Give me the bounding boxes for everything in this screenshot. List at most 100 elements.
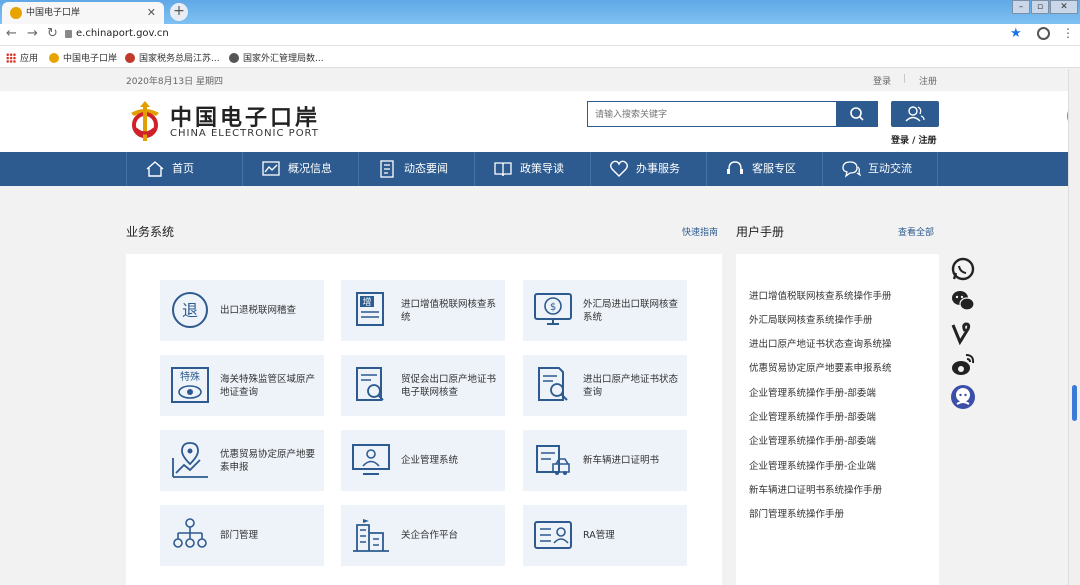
headset-icon	[727, 161, 743, 174]
tile-export-refund[interactable]: 退 出口退税联网稽查	[160, 280, 324, 341]
svg-text:特殊: 特殊	[180, 370, 200, 383]
manual-item[interactable]: 企业管理系统操作手册-部委端	[749, 433, 937, 447]
browser-tab-bar: 中国电子口岸 ✕ + – ▫ ✕	[0, 0, 1080, 24]
customer-avatar-icon[interactable]	[950, 384, 976, 410]
maximize-window-button[interactable]: ▫	[1031, 0, 1049, 14]
wechat-icon[interactable]	[950, 288, 976, 314]
svg-text:退: 退	[182, 301, 198, 320]
manual-item[interactable]: 企业管理系统操作手册-部委端	[749, 385, 937, 399]
scroll-thumb[interactable]	[1072, 385, 1077, 421]
login-register-link[interactable]: 登录 / 注册	[891, 133, 937, 146]
manual-item[interactable]: 企业管理系统操作手册-部委端	[749, 409, 937, 423]
tile-label: 进出口原产地证书状态查询	[583, 373, 679, 398]
location-chart-icon	[172, 442, 208, 478]
tile-forex-check[interactable]: $ 外汇局进出口联网核查系统	[523, 280, 687, 341]
nav-policy[interactable]: 政策导读	[474, 152, 590, 186]
nav-interaction[interactable]: 互动交流	[822, 152, 938, 186]
tile-certificate-status[interactable]: 进出口原产地证书状态查询	[523, 355, 687, 416]
weibo-icon[interactable]	[950, 352, 976, 378]
tile-label: 出口退税联网稽查	[220, 305, 297, 316]
top-separator: |	[903, 74, 907, 84]
tile-label: 关企合作平台	[401, 530, 459, 541]
tile-import-vat[interactable]: 增 进口增值税联网核查系统	[341, 280, 505, 341]
account-icon[interactable]	[1037, 27, 1050, 40]
tile-preferential-trade[interactable]: 优惠贸易协定原产地要素申报	[160, 430, 324, 491]
user-button[interactable]	[891, 101, 939, 127]
tile-ra-management[interactable]: RA管理	[523, 505, 687, 566]
svg-text:增: 增	[362, 296, 371, 308]
lock-icon	[65, 30, 72, 38]
reload-icon[interactable]: ↻	[47, 26, 58, 41]
tax-favicon-icon	[125, 53, 135, 63]
manuals-section-title: 用户手册	[736, 225, 785, 239]
search-input[interactable]	[588, 103, 836, 127]
tile-special-zone[interactable]: 特殊 海关特殊监管区域原产地证查询	[160, 355, 324, 416]
manual-item[interactable]: 进口增值税联网核查系统操作手册	[749, 288, 937, 302]
news-icon	[380, 160, 394, 178]
apps-grid-icon	[6, 53, 16, 63]
tile-label: 海关特殊监管区域原产地证查询	[220, 373, 316, 398]
view-all-link[interactable]: 查看全部	[898, 225, 934, 238]
search-button[interactable]	[837, 101, 878, 127]
new-tab-button[interactable]: +	[170, 3, 188, 21]
forex-icon: $	[534, 293, 572, 325]
nav-home[interactable]: 首页	[126, 152, 242, 186]
bookmark-apps[interactable]: 应用	[6, 51, 38, 64]
tile-customs-enterprise-platform[interactable]: 关企合作平台	[341, 505, 505, 566]
nav-customer-service[interactable]: 客服专区	[706, 152, 822, 186]
home-icon	[146, 161, 164, 177]
logo-english-text: CHINA ELECTRONIC PORT	[170, 128, 319, 139]
vine-icon[interactable]	[950, 320, 976, 346]
building-icon	[353, 519, 389, 552]
manual-item[interactable]: 企业管理系统操作手册-企业端	[749, 458, 937, 472]
tile-enterprise-management[interactable]: 企业管理系统	[341, 430, 505, 491]
chinaport-logo-icon[interactable]	[126, 99, 164, 143]
main-nav: 首页 概况信息 动态要闻 政策导读 办事服务 客服专区 互动交流	[0, 152, 1068, 186]
tile-label: 贸促会出口原产地证书电子联网核查	[401, 373, 497, 398]
tile-label: 外汇局进出口联网核查系统	[583, 298, 679, 323]
manual-item[interactable]: 部门管理系统操作手册	[749, 506, 937, 520]
url-field[interactable]: e.chinaport.gov.cn	[76, 28, 169, 39]
top-register-link[interactable]: 注册	[919, 74, 937, 87]
manual-item[interactable]: 进出口原产地证书状态查询系统操	[749, 336, 937, 350]
enterprise-icon	[352, 444, 390, 475]
menu-icon[interactable]: ⋮	[1062, 26, 1074, 40]
bookmark-forex-bureau[interactable]: 国家外汇管理局数...	[229, 51, 324, 64]
minimize-window-button[interactable]: –	[1012, 0, 1030, 14]
tile-vehicle-import[interactable]: 新车辆进口证明书	[523, 430, 687, 491]
manual-item[interactable]: 新车辆进口证明书系统操作手册	[749, 482, 937, 496]
browser-tab[interactable]: 中国电子口岸 ✕	[2, 2, 164, 24]
bookmark-star-icon[interactable]: ★	[1010, 26, 1022, 41]
page-scrollbar[interactable]	[1068, 69, 1080, 585]
nav-news[interactable]: 动态要闻	[358, 152, 474, 186]
tile-department-management[interactable]: 部门管理	[160, 505, 324, 566]
tab-title: 中国电子口岸	[26, 8, 81, 18]
current-date: 2020年8月13日 星期四	[126, 77, 223, 87]
bookmark-tax-bureau[interactable]: 国家税务总局江苏...	[125, 51, 220, 64]
book-icon	[494, 162, 512, 177]
whatsapp-icon[interactable]	[950, 256, 976, 282]
tile-label: 企业管理系统	[401, 455, 459, 466]
close-window-button[interactable]: ✕	[1050, 0, 1078, 14]
tile-label: 新车辆进口证明书	[583, 455, 660, 466]
manual-item[interactable]: 优惠贸易协定原产地要素申报系统	[749, 360, 937, 374]
svg-text:$: $	[550, 302, 556, 313]
heart-icon	[610, 160, 628, 177]
refund-icon: 退	[172, 292, 208, 328]
chart-icon	[262, 161, 280, 176]
org-icon	[173, 518, 207, 548]
nav-overview[interactable]: 概况信息	[242, 152, 358, 186]
vat-doc-icon: 增	[356, 292, 384, 326]
top-login-link[interactable]: 登录	[873, 74, 891, 87]
nav-services[interactable]: 办事服务	[590, 152, 706, 186]
special-zone-icon: 特殊	[171, 367, 209, 403]
manual-item[interactable]: 外汇局联网核查系统操作手册	[749, 312, 937, 326]
close-tab-icon[interactable]: ✕	[147, 2, 156, 24]
quick-guide-link[interactable]: 快速指南	[682, 225, 718, 238]
back-icon[interactable]: ←	[6, 26, 17, 41]
manuals-panel: 进口增值税联网核查系统操作手册 外汇局联网核查系统操作手册 进出口原产地证书状态…	[736, 254, 939, 585]
tile-ccpit-certificate[interactable]: 贸促会出口原产地证书电子联网核查	[341, 355, 505, 416]
address-bar: ← → ↻ e.chinaport.gov.cn ★ ⋮	[0, 24, 1080, 46]
forward-icon[interactable]: →	[27, 26, 38, 41]
bookmark-chinaport[interactable]: 中国电子口岸	[49, 51, 117, 64]
